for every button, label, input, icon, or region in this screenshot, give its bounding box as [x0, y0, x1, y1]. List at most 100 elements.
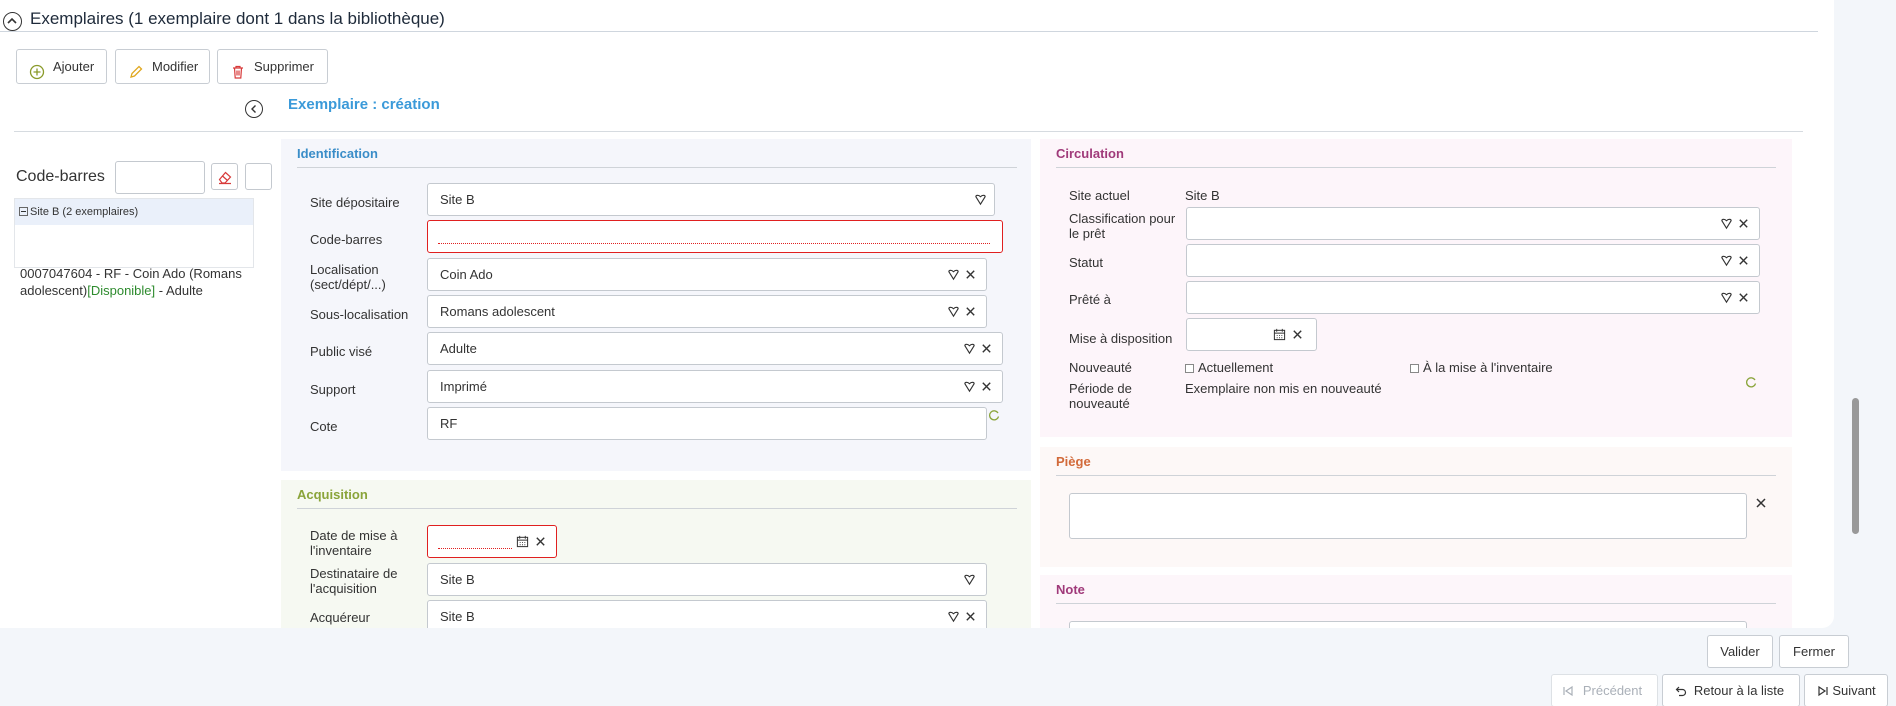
- buyer-value: Site B: [440, 609, 475, 624]
- form-title: Exemplaire : création: [288, 96, 440, 113]
- section-header: Exemplaires (1 exemplaire dont 1 dans la…: [0, 6, 1818, 32]
- clear-icon[interactable]: [1737, 254, 1750, 267]
- close-button[interactable]: Fermer: [1779, 635, 1849, 668]
- clear-icon[interactable]: [1754, 496, 1768, 510]
- location-select[interactable]: Coin Ado: [427, 258, 987, 291]
- next-button[interactable]: Suivant: [1804, 674, 1888, 706]
- circulation-title: Circulation: [1056, 146, 1124, 161]
- sublocation-select[interactable]: Romans adolescent: [427, 295, 987, 328]
- dropdown-icon[interactable]: [1720, 254, 1733, 267]
- circulation-section: Circulation Site actuel Site B Classific…: [1040, 139, 1792, 437]
- dropdown-icon[interactable]: [947, 305, 960, 318]
- clear-icon[interactable]: [964, 305, 977, 318]
- add-button-label: Ajouter: [53, 59, 95, 74]
- novelty-current-label: Actuellement: [1198, 360, 1274, 375]
- collapse-icon[interactable]: [3, 12, 22, 31]
- divider: [14, 131, 1803, 132]
- lent-to-label: Prêté à: [1069, 292, 1111, 307]
- acquisition-title: Acquisition: [297, 487, 368, 502]
- refresh-icon: [1746, 377, 1757, 388]
- clear-icon[interactable]: [980, 342, 993, 355]
- skip-back-icon: [1563, 685, 1573, 697]
- inventory-date-input[interactable]: [427, 525, 557, 558]
- sublocation-label: Sous-localisation: [310, 307, 409, 322]
- edit-button[interactable]: Modifier: [115, 49, 210, 84]
- sublocation-value: Romans adolescent: [440, 304, 555, 319]
- note-section: Note: [1040, 575, 1792, 628]
- clear-icon[interactable]: [964, 268, 977, 281]
- previous-button[interactable]: Précédent: [1551, 674, 1658, 706]
- tree-item[interactable]: 0007047604 - RF - Coin Ado (Romans adole…: [20, 265, 255, 307]
- clear-icon[interactable]: [1737, 217, 1750, 230]
- checkbox-icon[interactable]: [1185, 364, 1194, 373]
- barcode-input[interactable]: [427, 220, 1003, 253]
- clear-icon[interactable]: [980, 380, 993, 393]
- buyer-select[interactable]: Site B: [427, 600, 987, 628]
- piege-textarea[interactable]: [1069, 493, 1747, 539]
- trash-icon: [230, 59, 246, 79]
- dropdown-icon[interactable]: [963, 573, 976, 586]
- eraser-icon: [218, 171, 232, 185]
- tree-node-site[interactable]: Site B (2 exemplaires): [15, 199, 253, 225]
- undo-arrow-icon: [1675, 686, 1687, 697]
- dropdown-icon[interactable]: [947, 610, 960, 623]
- location-value: Coin Ado: [440, 267, 493, 282]
- novelty-label: Nouveauté: [1069, 360, 1132, 375]
- back-arrow-icon[interactable]: [245, 100, 263, 118]
- novelty-current-checkbox[interactable]: Actuellement: [1185, 360, 1273, 375]
- clear-icon[interactable]: [964, 610, 977, 623]
- barcode-search-label: Code-barres: [16, 168, 105, 185]
- add-button[interactable]: Ajouter: [16, 49, 107, 84]
- back-to-list-button[interactable]: Retour à la liste: [1662, 674, 1800, 706]
- calendar-icon[interactable]: [516, 535, 529, 548]
- pencil-icon: [128, 59, 144, 78]
- clear-icon[interactable]: [1291, 328, 1304, 341]
- cote-input[interactable]: RF: [427, 407, 987, 440]
- support-select[interactable]: Imprimé: [427, 370, 1003, 403]
- barcode-search-button[interactable]: [245, 163, 272, 190]
- dropdown-icon[interactable]: [1720, 217, 1733, 230]
- identification-title: Identification: [297, 146, 378, 161]
- eraser-button[interactable]: [211, 163, 238, 190]
- novelty-period-label: Période de nouveauté: [1069, 381, 1132, 411]
- lent-to-select[interactable]: [1186, 281, 1760, 314]
- delete-button[interactable]: Supprimer: [217, 49, 328, 84]
- loan-class-label: Classification pour le prêt: [1069, 211, 1176, 241]
- status-select[interactable]: [1186, 244, 1760, 277]
- dropdown-icon[interactable]: [963, 342, 976, 355]
- site-value: Site B: [440, 192, 475, 207]
- availability-date-input[interactable]: [1186, 318, 1317, 351]
- note-textarea[interactable]: [1069, 621, 1747, 628]
- validate-button[interactable]: Valider: [1707, 635, 1773, 668]
- plus-circle-icon: [29, 59, 45, 80]
- collapse-node-icon[interactable]: [19, 207, 28, 216]
- recipient-select[interactable]: Site B: [427, 563, 987, 596]
- clear-icon[interactable]: [534, 535, 547, 548]
- scrollbar-thumb[interactable]: [1852, 398, 1859, 534]
- dropdown-icon[interactable]: [1720, 291, 1733, 304]
- support-label: Support: [310, 382, 356, 397]
- dropdown-icon[interactable]: [947, 268, 960, 281]
- buyer-label: Acquéreur: [310, 610, 370, 625]
- section-title: Exemplaires (1 exemplaire dont 1 dans la…: [30, 9, 445, 28]
- status-label: Statut: [1069, 255, 1103, 270]
- site-select[interactable]: Site B: [427, 183, 995, 216]
- acquisition-divider: [297, 508, 1017, 509]
- public-label: Public visé: [310, 344, 373, 359]
- exemplaire-tree: Site B (2 exemplaires): [14, 198, 254, 268]
- piege-title: Piège: [1056, 454, 1091, 469]
- loan-class-select[interactable]: [1186, 207, 1760, 240]
- validation-underline: [438, 547, 512, 549]
- calendar-icon[interactable]: [1273, 328, 1286, 341]
- dropdown-icon[interactable]: [974, 193, 987, 206]
- public-select[interactable]: Adulte: [427, 332, 1003, 365]
- novelty-inventory-checkbox[interactable]: À la mise à l'inventaire: [1410, 360, 1553, 375]
- checkbox-icon[interactable]: [1410, 364, 1419, 373]
- dropdown-icon[interactable]: [963, 380, 976, 393]
- current-site-value: Site B: [1185, 188, 1220, 203]
- clear-icon[interactable]: [1737, 291, 1750, 304]
- piege-divider: [1056, 475, 1776, 476]
- novelty-inventory-label: À la mise à l'inventaire: [1423, 360, 1553, 375]
- piege-section: Piège: [1040, 447, 1792, 567]
- barcode-search-input[interactable]: [115, 161, 205, 194]
